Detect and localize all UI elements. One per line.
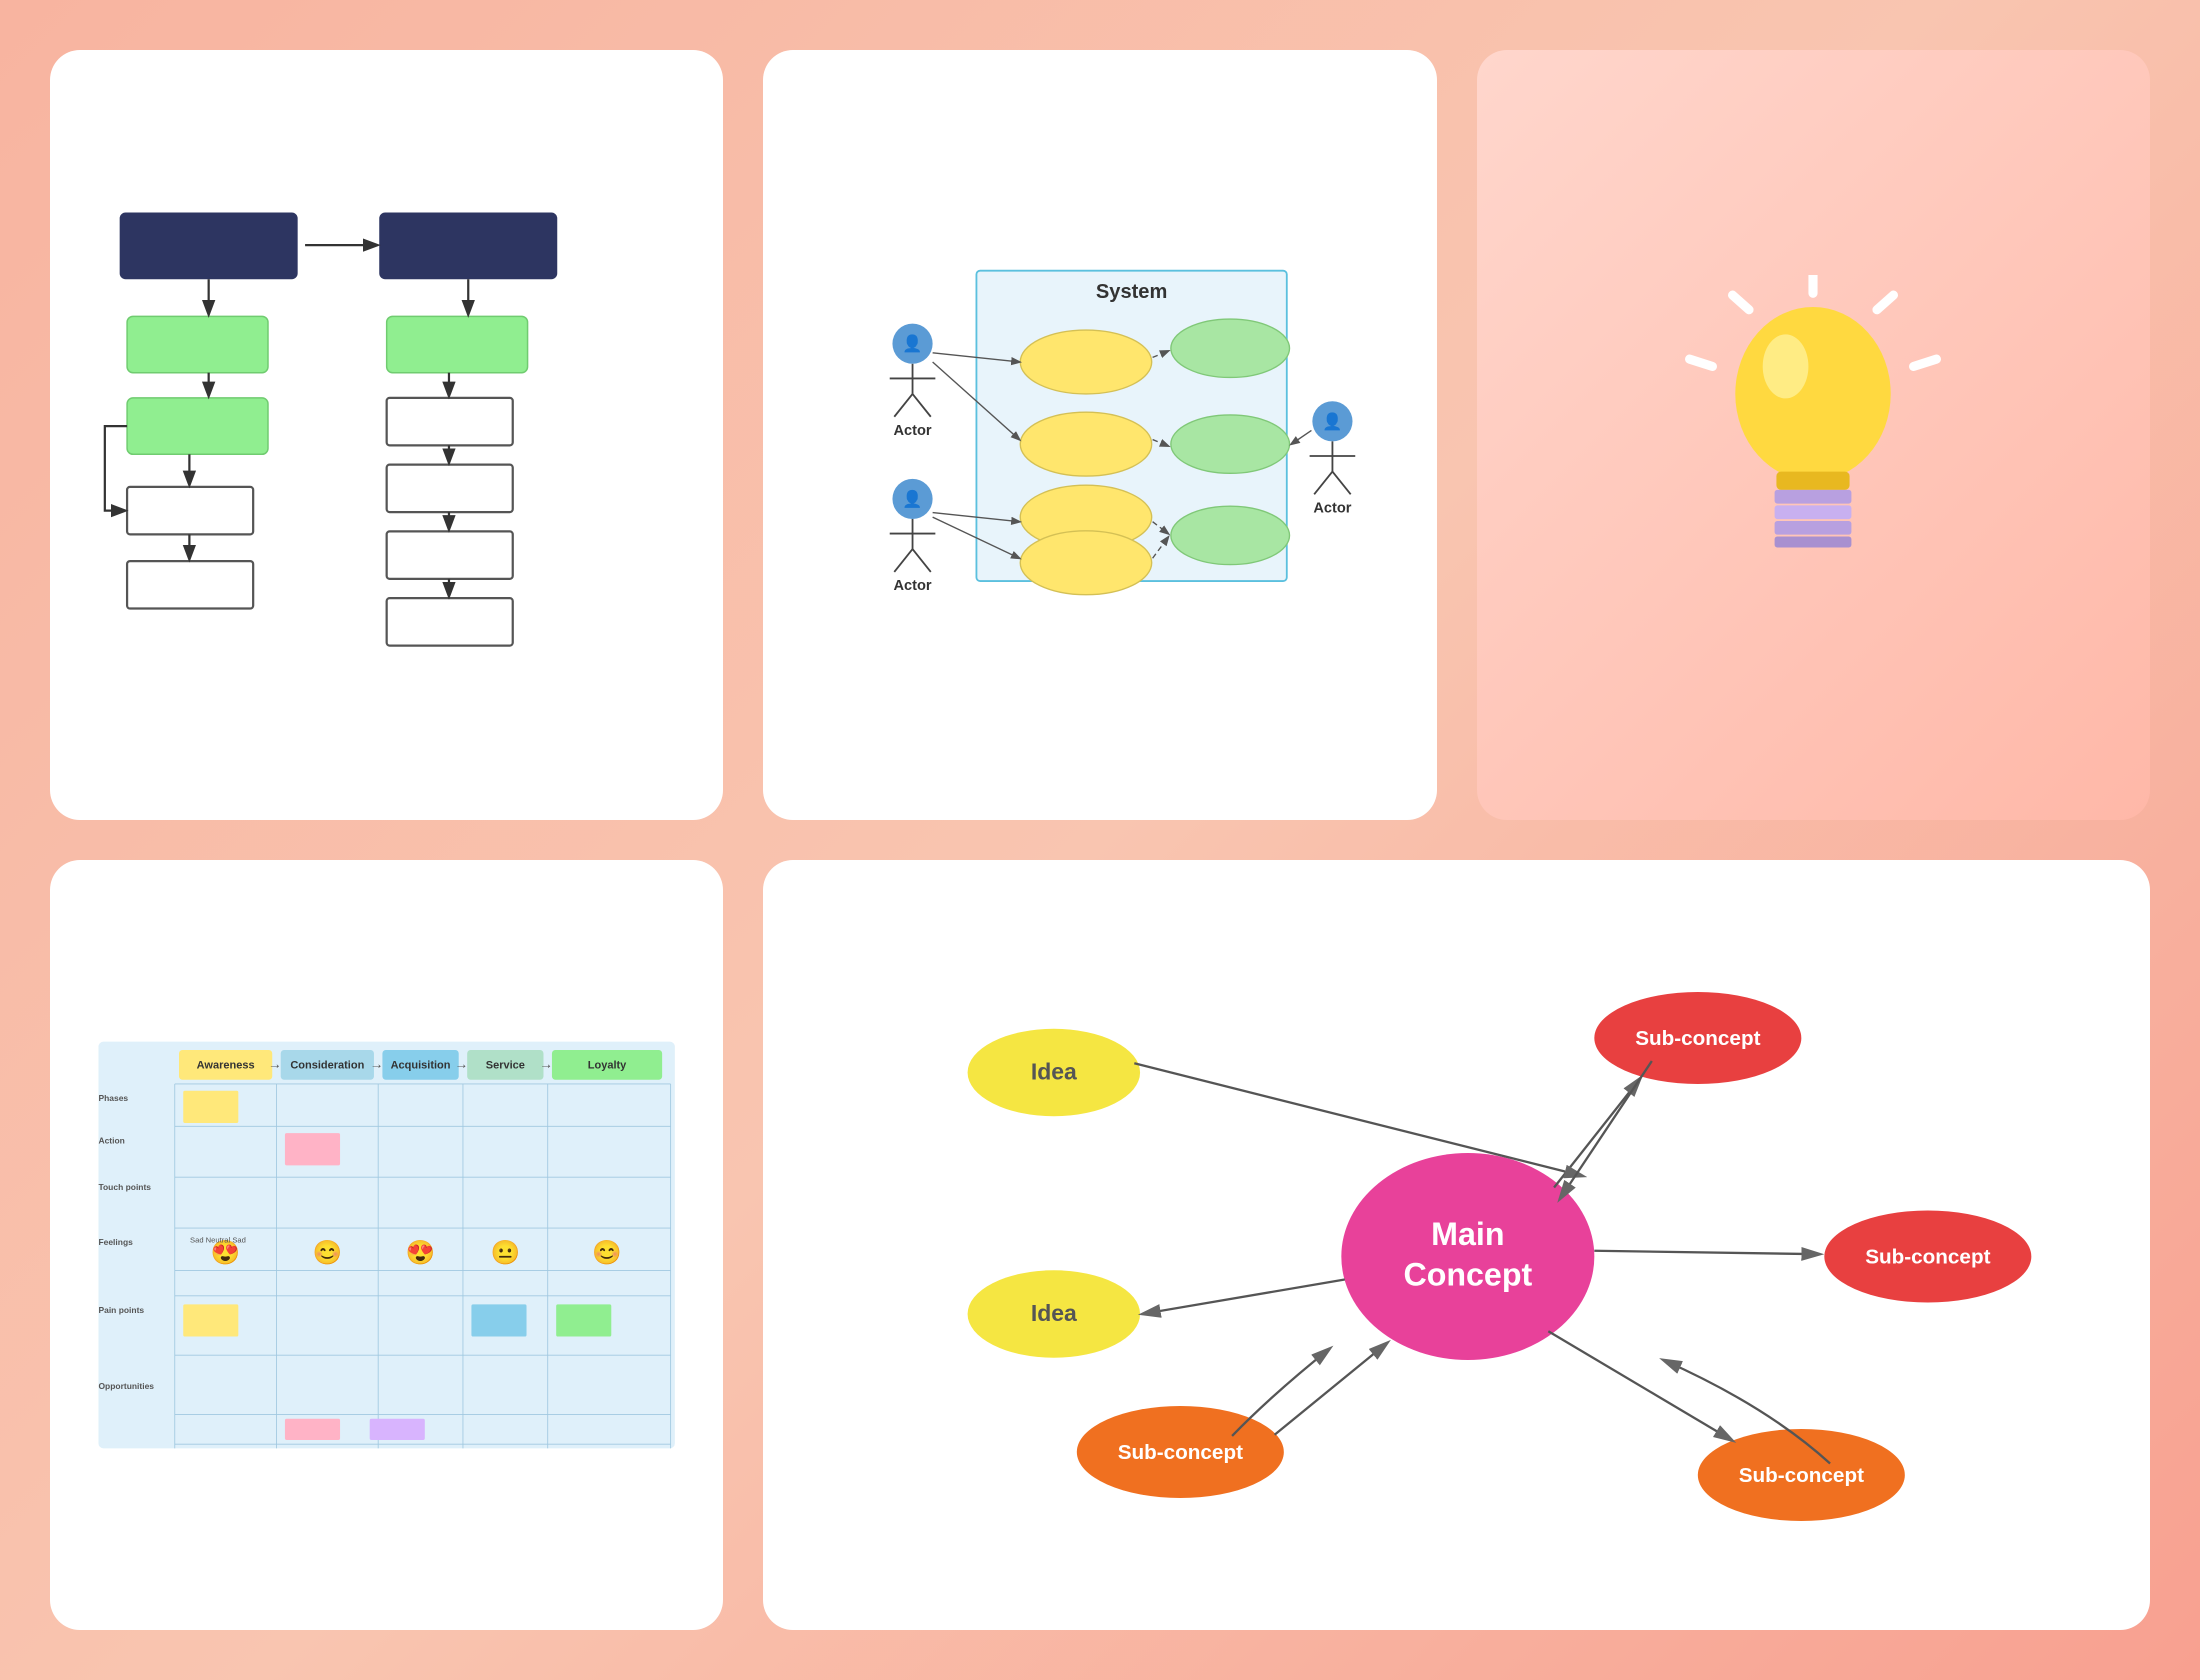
uml-svg: System 👤 Actor 👤 Actor 👤 — [803, 90, 1396, 780]
mindmap-svg: Main Concept Sub-concept Sub-concept Sub… — [803, 900, 2110, 1590]
uml-actor-leg2-2 — [913, 549, 931, 572]
fc-green-box-1 — [127, 316, 268, 372]
uml-usecase-2 — [1021, 412, 1152, 476]
sub-concept-bottom-right-label: Sub-concept — [1739, 1464, 1864, 1487]
uml-usecase-4 — [1021, 531, 1152, 595]
idea-top-label: Idea — [1031, 1058, 1077, 1084]
col-awareness-label: Awareness — [197, 1060, 255, 1072]
arrow-4: → — [539, 1057, 553, 1072]
fc-green-box-2 — [127, 398, 268, 454]
bulb-neck-1 — [1777, 472, 1850, 490]
col-loyalty-label: Loyalty — [588, 1060, 627, 1072]
flowchart-card — [50, 50, 723, 820]
main-concept-text-2: Concept — [1404, 1256, 1533, 1292]
col-consideration-label: Consideration — [290, 1060, 364, 1072]
bulb-base-4 — [1775, 536, 1852, 547]
uml-usecase-green-3 — [1171, 506, 1290, 564]
journey-card: Awareness Consideration Acquisition Serv… — [50, 860, 723, 1630]
arrow-1: → — [268, 1057, 282, 1072]
fc-green-box-3 — [387, 316, 528, 372]
mindmap-card: Main Concept Sub-concept Sub-concept Sub… — [763, 860, 2150, 1630]
journey-svg: Awareness Consideration Acquisition Serv… — [90, 900, 683, 1590]
uml-system-label: System — [1096, 281, 1167, 303]
main-concept-text-1: Main — [1431, 1216, 1504, 1252]
col-acquisition-label: Acquisition — [391, 1060, 451, 1072]
flowchart-svg — [90, 90, 683, 780]
emoji-4: 😐 — [491, 1239, 521, 1266]
uml-usecase-green-1 — [1171, 319, 1290, 377]
sub-concept-top-right-label: Sub-concept — [1636, 1027, 1761, 1050]
sticky-pain-1 — [183, 1304, 238, 1336]
col-service-label: Service — [486, 1060, 525, 1072]
sticky-pain-2 — [471, 1304, 526, 1336]
ray-top-left — [1733, 295, 1749, 310]
fc-dark-box-1 — [120, 213, 298, 280]
sub-concept-right-label: Sub-concept — [1866, 1245, 1991, 1268]
fc-dark-box-2 — [379, 213, 557, 280]
mm-arrow-2 — [1595, 1251, 1820, 1254]
idea-bottom-label: Idea — [1031, 1300, 1077, 1326]
arrow-3: → — [454, 1057, 468, 1072]
feelings-scale: Sad Neutral Sad — [190, 1235, 246, 1244]
uml-actor-leg2-1 — [913, 394, 931, 417]
emoji-3: 😍 — [406, 1239, 436, 1266]
row-action-label: Action — [98, 1135, 124, 1145]
uml-actor-leg2-3 — [1333, 472, 1351, 495]
fc-white-box-1 — [127, 487, 253, 534]
mm-arrow-3 — [1549, 1331, 1733, 1440]
bulb-base-3 — [1775, 521, 1852, 535]
mm-arrow-idea-1 — [1135, 1063, 1584, 1176]
fc-white-box-5 — [387, 531, 513, 578]
bulb-base-2 — [1775, 505, 1852, 519]
uml-card: System 👤 Actor 👤 Actor 👤 — [763, 50, 1436, 820]
row-feelings-label: Feelings — [98, 1237, 133, 1247]
sub-concept-bottom-left-label: Sub-concept — [1118, 1441, 1243, 1464]
emoji-5: 😊 — [592, 1239, 622, 1266]
ray-left — [1690, 359, 1713, 366]
uml-actor-leg1-3 — [1315, 472, 1333, 495]
sticky-touch-1 — [285, 1133, 340, 1165]
mm-curved-1 — [1560, 1061, 1652, 1199]
fc-white-box-6 — [387, 598, 513, 645]
uml-actor-label-3: Actor — [1314, 501, 1352, 517]
row-painpoints-label: Pain points — [98, 1305, 144, 1315]
row-touchpoints-label: Touch points — [98, 1182, 151, 1192]
bulb-base-1 — [1775, 490, 1852, 504]
fc-white-box-2 — [127, 561, 253, 608]
mm-arrow-4 — [1275, 1343, 1388, 1435]
row-phases-label: Phases — [98, 1093, 128, 1103]
fc-branch-1 — [105, 426, 127, 511]
uml-actor-person-3: 👤 — [1323, 412, 1343, 431]
bulb-highlight — [1763, 334, 1809, 398]
uml-usecase-1 — [1021, 330, 1152, 394]
row-opportunities-label: Opportunities — [98, 1381, 154, 1391]
bulb-main — [1736, 307, 1891, 481]
uml-actor-leg1-2 — [895, 549, 913, 572]
mm-curved-3 — [1232, 1349, 1330, 1436]
uml-actor-label-2: Actor — [894, 578, 932, 594]
lightbulb-svg — [1673, 275, 1953, 595]
fc-white-box-4 — [387, 465, 513, 512]
mm-arrow-idea-2 — [1143, 1280, 1345, 1315]
sticky-action-1 — [183, 1091, 238, 1123]
ray-right — [1914, 359, 1937, 366]
sticky-opp-2 — [370, 1419, 425, 1440]
uml-actor-person-2: 👤 — [903, 489, 923, 508]
uml-actor-person-1: 👤 — [903, 334, 923, 353]
arrow-2: → — [370, 1057, 384, 1072]
emoji-2: 😊 — [313, 1239, 343, 1266]
sticky-pain-3 — [556, 1304, 611, 1336]
uml-actor-label-1: Actor — [894, 423, 932, 439]
uml-actor-leg1-1 — [895, 394, 913, 417]
sticky-opp-1 — [285, 1419, 340, 1440]
uml-usecase-green-2 — [1171, 415, 1290, 473]
fc-white-box-3 — [387, 398, 513, 445]
uml-actor3-line1 — [1292, 430, 1312, 444]
lightbulb-card — [1477, 50, 2150, 820]
ray-top-right — [1877, 295, 1893, 310]
